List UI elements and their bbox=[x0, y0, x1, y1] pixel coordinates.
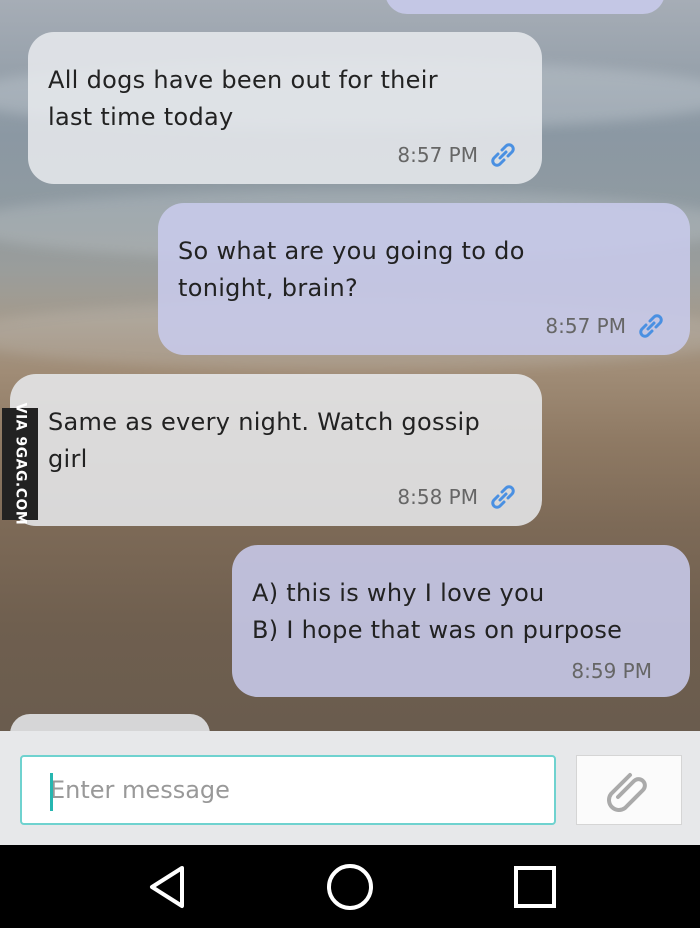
message-text: So what are you going to do tonight, bra… bbox=[178, 237, 525, 302]
attach-button[interactable] bbox=[576, 755, 682, 825]
partial-message-bubble bbox=[385, 0, 665, 14]
paperclip-icon bbox=[607, 773, 647, 812]
message-text: All dogs have been out for their last ti… bbox=[48, 66, 438, 131]
message-meta: 8:57 PM bbox=[545, 311, 666, 341]
watermark-text: VIA 9GAG.COM bbox=[12, 402, 28, 526]
message-bubble-outgoing[interactable]: A) this is why I love you B) I hope that… bbox=[232, 545, 690, 697]
message-input[interactable]: Enter message bbox=[20, 755, 556, 825]
link-icon[interactable] bbox=[488, 140, 518, 170]
message-bubble-incoming[interactable]: All dogs have been out for their last ti… bbox=[28, 32, 542, 184]
message-bubble-incoming[interactable]: Same as every night. Watch gossip girl 8… bbox=[10, 374, 542, 526]
message-bubble-outgoing[interactable]: So what are you going to do tonight, bra… bbox=[158, 203, 690, 355]
link-icon[interactable] bbox=[636, 311, 666, 341]
message-timestamp: 8:58 PM bbox=[397, 485, 478, 509]
message-text: Same as every night. Watch gossip girl bbox=[48, 408, 481, 473]
message-timestamp: 8:59 PM bbox=[571, 659, 652, 683]
back-triangle-icon[interactable] bbox=[140, 860, 194, 914]
message-text: A) this is why I love you B) I hope that… bbox=[252, 579, 623, 644]
recents-square-icon[interactable] bbox=[508, 860, 562, 914]
message-composer: Enter message bbox=[0, 731, 700, 845]
message-meta: 8:59 PM bbox=[571, 659, 652, 683]
text-cursor bbox=[50, 773, 53, 811]
navigation-bar bbox=[0, 845, 700, 928]
message-timestamp: 8:57 PM bbox=[397, 143, 478, 167]
message-input-placeholder: Enter message bbox=[50, 776, 230, 804]
chat-background: All dogs have been out for their last ti… bbox=[0, 0, 700, 845]
message-meta: 8:58 PM bbox=[397, 482, 518, 512]
message-timestamp: 8:57 PM bbox=[545, 314, 626, 338]
message-meta: 8:57 PM bbox=[397, 140, 518, 170]
link-icon[interactable] bbox=[488, 482, 518, 512]
watermark: VIA 9GAG.COM bbox=[2, 403, 38, 525]
home-circle-icon[interactable] bbox=[323, 860, 377, 914]
